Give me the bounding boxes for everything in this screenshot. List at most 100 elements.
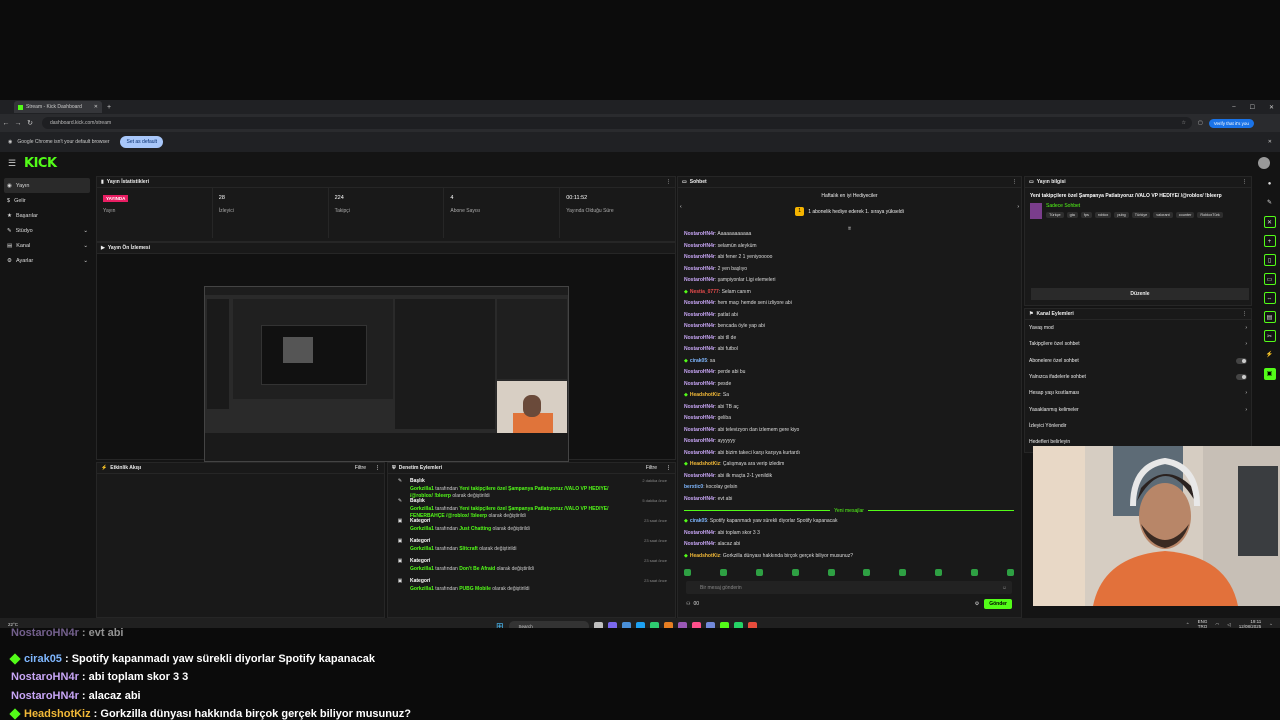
chat-username[interactable]: NostaroHN4r [684,335,715,341]
tag[interactable]: RobloxTürk [1197,212,1223,218]
viewers-icon[interactable]: ⚇ [686,601,690,607]
toggle-switch[interactable] [1236,357,1247,364]
emote-icon[interactable] [827,569,835,576]
emote-icon[interactable] [791,569,799,576]
swap-icon[interactable]: ⇔ [1263,292,1276,304]
forward-icon[interactable]: → [12,120,24,127]
chat-username[interactable]: NostaroHN4r [684,530,715,536]
browser-tab[interactable]: Stream - Kick Dashboard ✕ [14,101,102,113]
new-tab-icon[interactable]: + [107,104,111,111]
back-icon[interactable]: ← [0,120,12,127]
more-icon[interactable]: ⋮ [1242,179,1247,185]
chat-input[interactable]: Bir mesaj gönderin ☺ [686,581,1012,594]
sidebar-item[interactable]: $ Gelir [0,193,94,208]
channel-action-item[interactable]: Yasaklanmış kelimeler › [1025,401,1251,417]
chat-username[interactable]: NostaroHN4r [684,415,715,421]
chat-username[interactable]: cirak05 [690,358,707,364]
chat-username[interactable]: NostaroHN4r [684,312,715,318]
close-tab-icon[interactable]: ✕ [94,104,98,110]
emote-icon[interactable] [755,569,763,576]
emote-icon[interactable] [899,569,907,576]
emoji-icon[interactable]: ☺ [1002,585,1007,591]
chat-username[interactable]: NostaroHN4r [684,323,715,329]
sidebar-item[interactable]: ▤ Kanal ⌄ [0,238,94,253]
channel-action-item[interactable]: İzleyici Yönlendir [1025,418,1251,434]
green-action-icon[interactable]: ▣ [1263,368,1276,380]
record-icon[interactable]: ● [1264,178,1276,190]
chat-username[interactable]: NostaroHN4r [684,381,715,387]
sidebar-item[interactable]: ◉ Yayın [4,178,90,193]
verify-button[interactable]: Verify that it's you [1208,118,1254,128]
chat-username[interactable]: NostaroHN4r [684,231,715,237]
chat-username[interactable]: NostaroHN4r [684,266,715,272]
chat-username[interactable]: NostaroHN4r [684,541,715,547]
emote-icon[interactable] [863,569,871,576]
kick-logo[interactable]: KICK [24,156,57,171]
chat-username[interactable]: NostaroHN4r [684,404,715,410]
channel-action-item[interactable]: Yavaş mod › [1025,320,1251,336]
close-icon[interactable]: ✕ [1263,216,1276,228]
extensions-icon[interactable]: ▢ [1198,120,1203,126]
notifications-icon[interactable]: ◔ [1269,622,1272,627]
filter-button[interactable]: Filtre [355,465,366,471]
phone-icon[interactable]: ▯ [1263,254,1276,266]
tag[interactable]: Türkiye [1131,212,1151,218]
maximize-icon[interactable]: ☐ [1250,104,1255,111]
emote-icon[interactable] [719,569,727,576]
url-field[interactable]: dashboard.kick.com/stream ☆ [42,117,1192,129]
tag[interactable]: Türkçe [1046,212,1064,218]
chat-username[interactable]: NostaroHN4r [684,346,715,352]
film-icon[interactable]: ▤ [1263,311,1276,323]
mod-user[interactable]: Gorkzilla1 [410,566,434,572]
emote-icon[interactable] [971,569,978,576]
emote-icon[interactable] [684,569,691,576]
tag[interactable]: counter [1175,212,1195,218]
chat-username[interactable]: NostaroHN4r [684,243,715,249]
channel-action-item[interactable]: Hesap yaşı kısıtlaması › [1025,385,1251,401]
bookmark-star-icon[interactable]: ☆ [1182,120,1186,126]
more-icon[interactable]: ⋮ [1242,311,1247,317]
channel-action-item[interactable]: Abonelere özel sohbet [1025,353,1251,369]
more-icon[interactable]: ⋮ [666,465,671,471]
chat-username[interactable]: HeadshotKiz [690,553,720,559]
emote-icon[interactable] [1006,569,1014,576]
edit-button[interactable]: Düzenle [1031,288,1249,300]
plus-icon[interactable]: + [1263,235,1276,247]
mod-user[interactable]: Gorkzilla1 [410,586,434,592]
chat-username[interactable]: NostaroHN4r [684,369,715,375]
channel-action-item[interactable]: Yalnızca ifadelerle sohbet [1025,369,1251,385]
tag[interactable]: valorant [1153,212,1173,218]
chat-username[interactable]: cirak05 [690,518,707,524]
chat-username[interactable]: NostaroHN4r [684,450,715,456]
pencil-icon[interactable]: ✎ [1264,197,1276,209]
menu-icon[interactable]: ☰ [0,158,24,169]
tool-icon[interactable]: ✂ [1263,330,1276,342]
tag[interactable]: pubg [1114,212,1129,218]
toggle-switch[interactable] [1236,374,1247,381]
category-name[interactable]: Sadece Sohbet [1046,203,1246,209]
tag[interactable]: fps [1080,212,1092,218]
sidebar-item[interactable]: ★ Başarılar [0,208,94,223]
mod-user[interactable]: Gorkzilla1 [410,546,434,552]
chat-username[interactable]: berxtic0 [684,484,703,490]
sidebar-item[interactable]: ✎ Stüdyo ⌄ [0,223,94,238]
reload-icon[interactable]: ↻ [24,119,36,127]
plugin-icon[interactable]: ⚡ [1264,349,1276,361]
chat-username[interactable]: HeadshotKiz [690,461,720,467]
settings-icon[interactable]: ⚙ [975,601,979,607]
more-icon[interactable]: ⋮ [375,465,380,471]
mod-user[interactable]: Gorkzilla1 [410,526,434,532]
set-default-button[interactable]: Set as default [120,136,164,148]
next-arrow-icon[interactable]: › [1017,204,1019,210]
avatar[interactable] [1258,157,1270,169]
chat-username[interactable]: HeadshotKiz [690,392,720,398]
close-window-icon[interactable]: ✕ [1269,104,1274,111]
chat-username[interactable]: NostaroHN4r [684,254,715,260]
send-button[interactable]: Gönder [984,599,1012,609]
sidebar-item[interactable]: ⚙ Ayarlar ⌄ [0,253,94,268]
chat-username[interactable]: NostaroHN4r [684,277,715,283]
chat-username[interactable]: NostaroHN4r [684,496,715,502]
tag[interactable]: roblox [1094,212,1112,218]
chat-username[interactable]: Nestia_0777 [690,289,719,295]
mod-user[interactable]: Gorkzilla1 [410,486,434,492]
